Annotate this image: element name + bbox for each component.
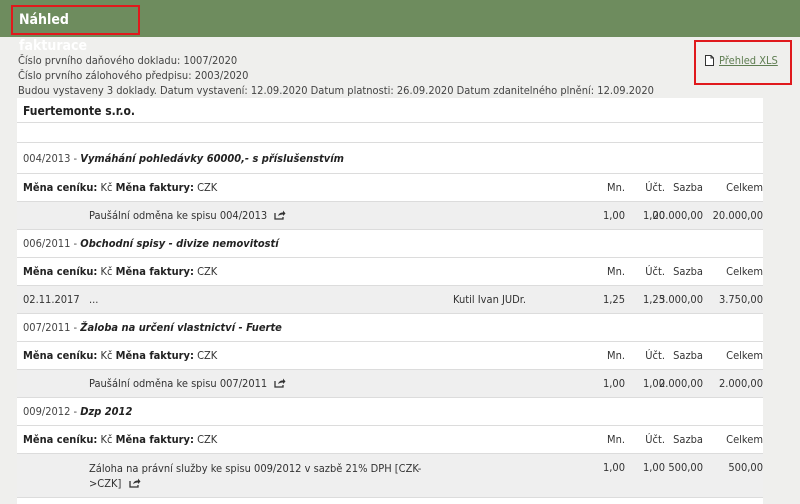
price-currency-label: Měna ceníku: [23,349,98,362]
page-header: Náhled fakturace [0,0,800,54]
item-date: 02.11.2017 [23,293,80,306]
col-rate-header: Sazba [673,265,703,278]
case-row: 009/2012 - Dzp 2012 [17,398,763,426]
case-number: 009/2012 - [23,405,78,418]
case-number: 004/2013 - [23,152,78,165]
invoice-currency-label: Měna faktury: [115,433,194,446]
share-icon[interactable] [274,378,286,388]
document-icon [705,55,714,66]
item-description-line1: Záloha na právní služby ke spisu 009/201… [89,462,422,475]
col-acct-header: Účt. [645,181,665,194]
case-name: Obchodní spisy - divize nemovitostí [80,237,279,250]
info-first-advance: Číslo prvního zálohového předpisu: 2003/… [18,69,249,82]
invoice-currency-label: Měna faktury: [115,181,194,194]
item-total: 20.000,00 [712,209,763,222]
item-qty: 1,25 [602,293,625,306]
item-total: 500,00 [728,461,763,474]
col-total-header: Celkem [726,433,763,446]
invoice-currency-value: CZK [197,265,218,278]
invoice-currency-value: CZK [197,349,218,362]
company-name: Fuertemonte s.r.o. [23,104,135,118]
col-acct-header: Účt. [645,433,665,446]
share-icon[interactable] [128,478,141,488]
item-person: Kutil Ivan JUDr. [453,293,526,306]
item-row: Paušální odměna ke spisu 004/2013 1,00 1… [17,202,763,230]
case-name: Vymáhání pohledávky 60000,- s příslušens… [80,152,344,165]
item-description: Paušální odměna ke spisu 004/2013 [89,209,268,222]
item-row: Záloha na právní služby ke spisu 009/201… [17,454,763,498]
price-currency-value: Kč [100,433,113,446]
price-currency-label: Měna ceníku: [23,265,98,278]
case-row: 007/2011 - Žaloba na určení vlastnictví … [17,314,763,342]
item-acct: 1,00 [642,461,665,474]
currency-header-row: Měna ceníku: Kč Měna faktury: CZK Mn. Úč… [17,342,763,370]
col-total-header: Celkem [726,265,763,278]
share-icon[interactable] [274,210,286,220]
invoice-info: Číslo prvního daňového dokladu: 1007/202… [18,53,654,98]
invoice-currency-label: Měna faktury: [115,265,194,278]
col-qty-header: Mn. [607,433,625,446]
case-row: 006/2011 - Obchodní spisy - divize nemov… [17,230,763,258]
col-rate-header: Sazba [673,181,703,194]
case-name: Dzp 2012 [80,405,133,418]
item-total: 2.000,00 [718,377,763,390]
item-rate: 3.000,00 [658,293,703,306]
col-total-header: Celkem [726,181,763,194]
item-description: Paušální odměna ke spisu 007/2011 [89,377,268,390]
price-currency-value: Kč [100,349,113,362]
invoice-currency-label: Měna faktury: [115,349,194,362]
case-name: Žaloba na určení vlastnictví - Fuerte [80,321,282,334]
currency-header-row: Měna ceníku: Kč Měna faktury: CZK Mn. Úč… [17,426,763,454]
info-dates: Budou vystaveny 3 doklady. Datum vystave… [18,84,654,97]
currency-header-row: Měna ceníku: Kč Měna faktury: CZK Mn. Úč… [17,258,763,286]
item-description: ... [89,293,99,306]
price-currency-value: Kč [100,265,113,278]
item-qty: 1,00 [602,377,625,390]
item-qty: 1,00 [602,209,625,222]
invoice-currency-value: CZK [197,433,218,446]
item-qty: 1,00 [602,461,625,474]
info-first-tax-document: Číslo prvního daňového dokladu: 1007/202… [18,54,238,67]
item-total: 3.750,00 [718,293,763,306]
case-number: 006/2011 - [23,237,78,250]
price-currency-label: Měna ceníku: [23,433,98,446]
case-number: 007/2011 - [23,321,78,334]
col-acct-header: Účt. [645,349,665,362]
xls-overview-link[interactable]: Přehled XLS [705,54,778,67]
case-row: 004/2013 - Vymáhání pohledávky 60000,- s… [17,143,763,174]
item-row: Paušální odměna ke spisu 007/2011 1,00 1… [17,370,763,398]
col-qty-header: Mn. [607,181,625,194]
spacer-row [17,123,763,143]
col-rate-header: Sazba [673,433,703,446]
col-rate-header: Sazba [673,349,703,362]
price-currency-value: Kč [100,181,113,194]
item-row: 02.11.2017 ... Kutil Ivan JUDr. 1,25 1,2… [17,286,763,314]
item-rate: 2.000,00 [658,377,703,390]
item-rate: 500,00 [668,461,703,474]
col-acct-header: Účt. [645,265,665,278]
col-qty-header: Mn. [607,265,625,278]
xls-link-label: Přehled XLS [719,54,778,67]
price-currency-label: Měna ceníku: [23,181,98,194]
item-rate: 20.000,00 [652,209,703,222]
company-row: Fuertemonte s.r.o. [17,98,763,123]
preview-panel: Fuertemonte s.r.o. 004/2013 - Vymáhání p… [17,98,763,504]
invoice-currency-value: CZK [197,181,218,194]
currency-header-row: Měna ceníku: Kč Měna faktury: CZK Mn. Úč… [17,174,763,202]
col-qty-header: Mn. [607,349,625,362]
item-description-line2: >CZK] [89,477,122,490]
col-total-header: Celkem [726,349,763,362]
page-title: Náhled fakturace [11,5,140,54]
